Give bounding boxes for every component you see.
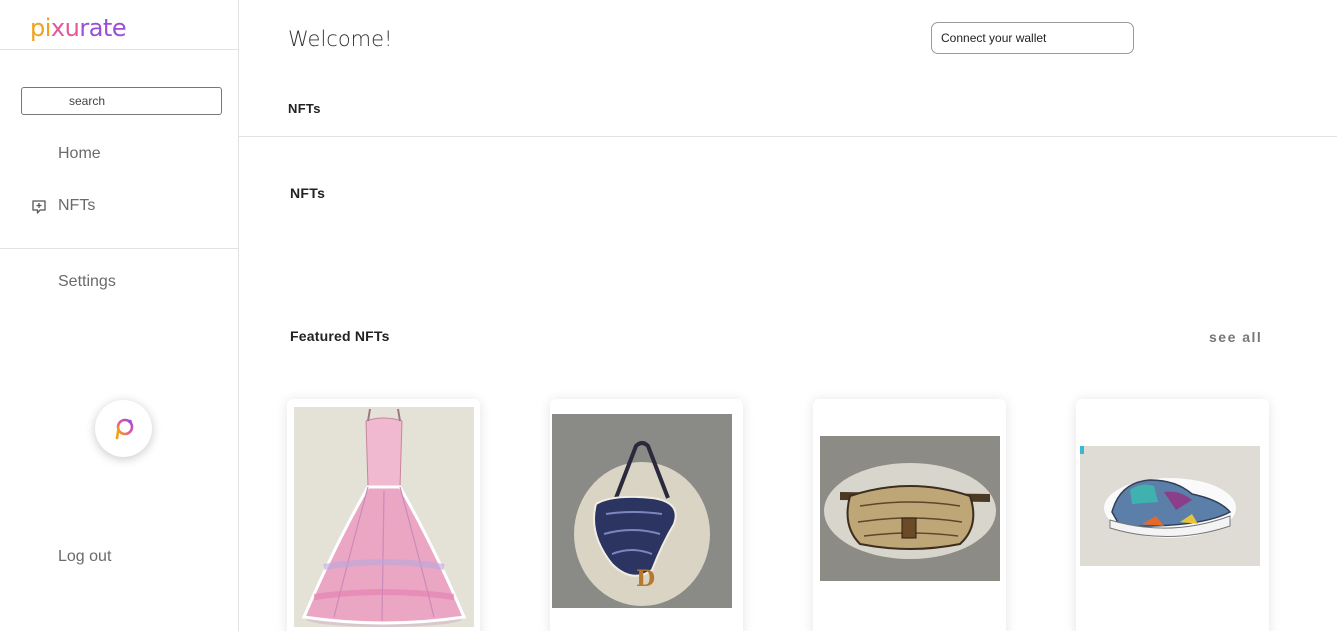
header-divider [239, 136, 1337, 137]
nft-badge-icon [32, 200, 46, 214]
nft-card-belt-bag[interactable] [813, 399, 1006, 631]
pixurate-mark-icon [115, 418, 133, 439]
logo-text-part-1: pi [30, 14, 51, 42]
nft-card-sneaker[interactable] [1076, 399, 1269, 631]
sidebar-divider [0, 248, 238, 249]
sidebar-item-nfts[interactable]: NFTs [58, 197, 95, 215]
sidebar-item-home[interactable]: Home [58, 145, 101, 163]
search-input[interactable] [21, 87, 222, 115]
nft-card-saddle-bag[interactable]: D [550, 399, 743, 631]
nft-image-sneaker [1080, 446, 1260, 566]
section-title: NFTs [290, 185, 326, 201]
logo-text-part-3: rate [79, 14, 127, 42]
sidebar: pixurate Home NFTs Settings Log out [0, 0, 239, 631]
nft-card-pink-ball-gown[interactable] [287, 399, 480, 631]
nft-image-belt-bag [820, 436, 1000, 581]
nft-image-gown [294, 407, 474, 627]
nft-image-saddle-bag: D [552, 414, 732, 608]
tab-nfts[interactable]: NFTs [288, 101, 321, 116]
page-title: Welcome! [288, 27, 393, 51]
avatar[interactable] [95, 400, 152, 457]
connect-wallet-button[interactable]: Connect your wallet [931, 22, 1134, 54]
logo-text-part-2: xu [50, 14, 80, 42]
see-all-link[interactable]: see all [1209, 329, 1262, 345]
pixurate-logo[interactable]: pixurate [30, 14, 127, 42]
sidebar-item-settings[interactable]: Settings [58, 273, 116, 291]
svg-text:D: D [636, 566, 655, 592]
logout-link[interactable]: Log out [58, 548, 111, 566]
featured-title: Featured NFTs [290, 328, 390, 344]
sidebar-divider [0, 49, 238, 50]
